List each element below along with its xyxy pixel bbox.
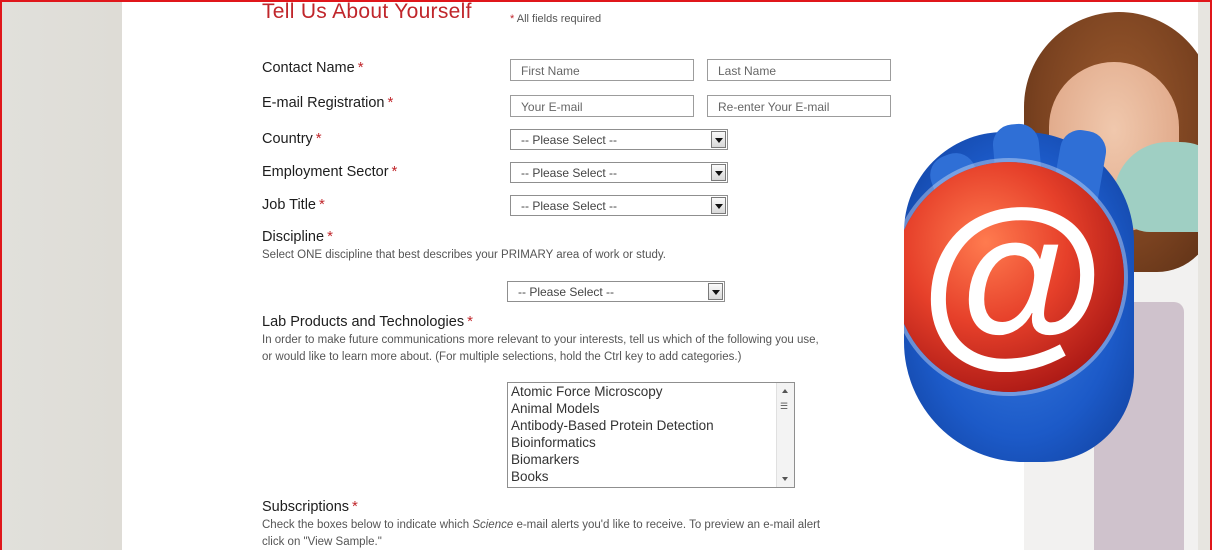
registration-page: Tell Us About Yourself * All fields requ… <box>124 2 1198 550</box>
chevron-down-icon[interactable] <box>708 283 723 300</box>
list-item[interactable]: Books <box>508 468 794 485</box>
right-background <box>1198 2 1210 550</box>
lab-products-label: Lab Products and Technologies * <box>262 313 473 330</box>
confirm-email-input[interactable]: Re-enter Your E-mail <box>707 95 891 117</box>
scroll-up-icon[interactable] <box>782 389 788 393</box>
contact-name-label: Contact Name * <box>262 59 364 76</box>
section-title: Tell Us About Yourself <box>262 0 472 23</box>
email-input[interactable]: Your E-mail <box>510 95 694 117</box>
job-title-label: Job Title * <box>262 196 325 213</box>
employment-sector-select[interactable]: -- Please Select -- <box>510 162 728 183</box>
employment-sector-label: Employment Sector * <box>262 163 398 180</box>
left-background <box>2 2 122 550</box>
subscriptions-label: Subscriptions * <box>262 498 358 515</box>
job-title-select[interactable]: -- Please Select -- <box>510 195 728 216</box>
chevron-down-icon[interactable] <box>711 164 726 181</box>
lab-products-help-1: In order to make future communications m… <box>262 334 819 346</box>
page-frame: Tell Us About Yourself * All fields requ… <box>0 0 1212 550</box>
list-item[interactable]: Biomarkers <box>508 451 794 468</box>
hero-illustration: @ <box>904 2 1198 550</box>
chevron-down-icon[interactable] <box>711 197 726 214</box>
required-note: * All fields required <box>510 13 602 25</box>
discipline-label: Discipline * <box>262 228 333 245</box>
country-label: Country * <box>262 130 322 147</box>
last-name-input[interactable]: Last Name <box>707 59 891 81</box>
discipline-select[interactable]: -- Please Select -- <box>507 281 725 302</box>
list-item[interactable]: Atomic Force Microscopy <box>508 383 794 400</box>
list-item[interactable]: Antibody-Based Protein Detection <box>508 417 794 434</box>
discipline-help: Select ONE discipline that best describe… <box>262 249 666 261</box>
scroll-grip-icon[interactable]: ☰ <box>780 401 790 411</box>
subscriptions-help-2: click on "View Sample." <box>262 536 382 548</box>
chevron-down-icon[interactable] <box>711 131 726 148</box>
list-item[interactable]: Animal Models <box>508 400 794 417</box>
email-registration-label: E-mail Registration * <box>262 94 394 111</box>
first-name-input[interactable]: First Name <box>510 59 694 81</box>
lab-products-help-2: or would like to learn more about. (For … <box>262 351 742 363</box>
list-item[interactable]: Bioinformatics <box>508 434 794 451</box>
at-sign-icon: @ <box>920 171 1106 383</box>
subscriptions-help-1: Check the boxes below to indicate which … <box>262 519 821 531</box>
scroll-down-icon[interactable] <box>782 477 788 481</box>
lab-products-listbox[interactable]: Atomic Force Microscopy Animal Models An… <box>507 382 795 488</box>
listbox-scrollbar[interactable]: ☰ <box>776 383 794 487</box>
country-select[interactable]: -- Please Select -- <box>510 129 728 150</box>
